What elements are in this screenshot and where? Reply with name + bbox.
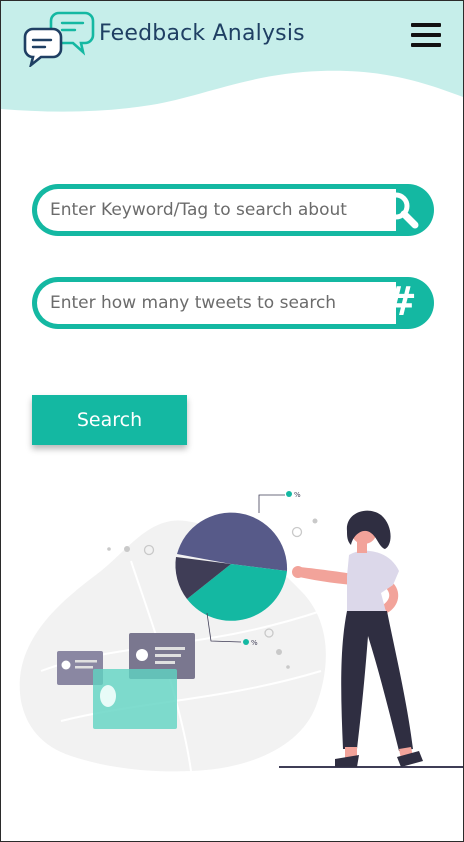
keyword-search-field (32, 184, 434, 236)
hash-icon[interactable]: # (366, 277, 434, 329)
hash-glyph: # (383, 279, 417, 325)
callout-label-top: % (294, 491, 301, 499)
app-title: Feedback Analysis (99, 21, 305, 46)
keyword-input[interactable] (37, 189, 396, 231)
tweet-count-field: # (32, 277, 434, 329)
hamburger-menu-icon[interactable] (409, 21, 443, 49)
data-analysis-illustration: % % (19, 491, 463, 772)
chat-bubbles-icon (23, 11, 95, 67)
tweet-count-input[interactable] (37, 282, 396, 324)
callout-label-bottom: % (251, 639, 258, 647)
app-frame: Feedback Analysis # Search (0, 0, 464, 842)
search-icon[interactable] (366, 184, 434, 236)
search-button[interactable]: Search (32, 395, 187, 445)
